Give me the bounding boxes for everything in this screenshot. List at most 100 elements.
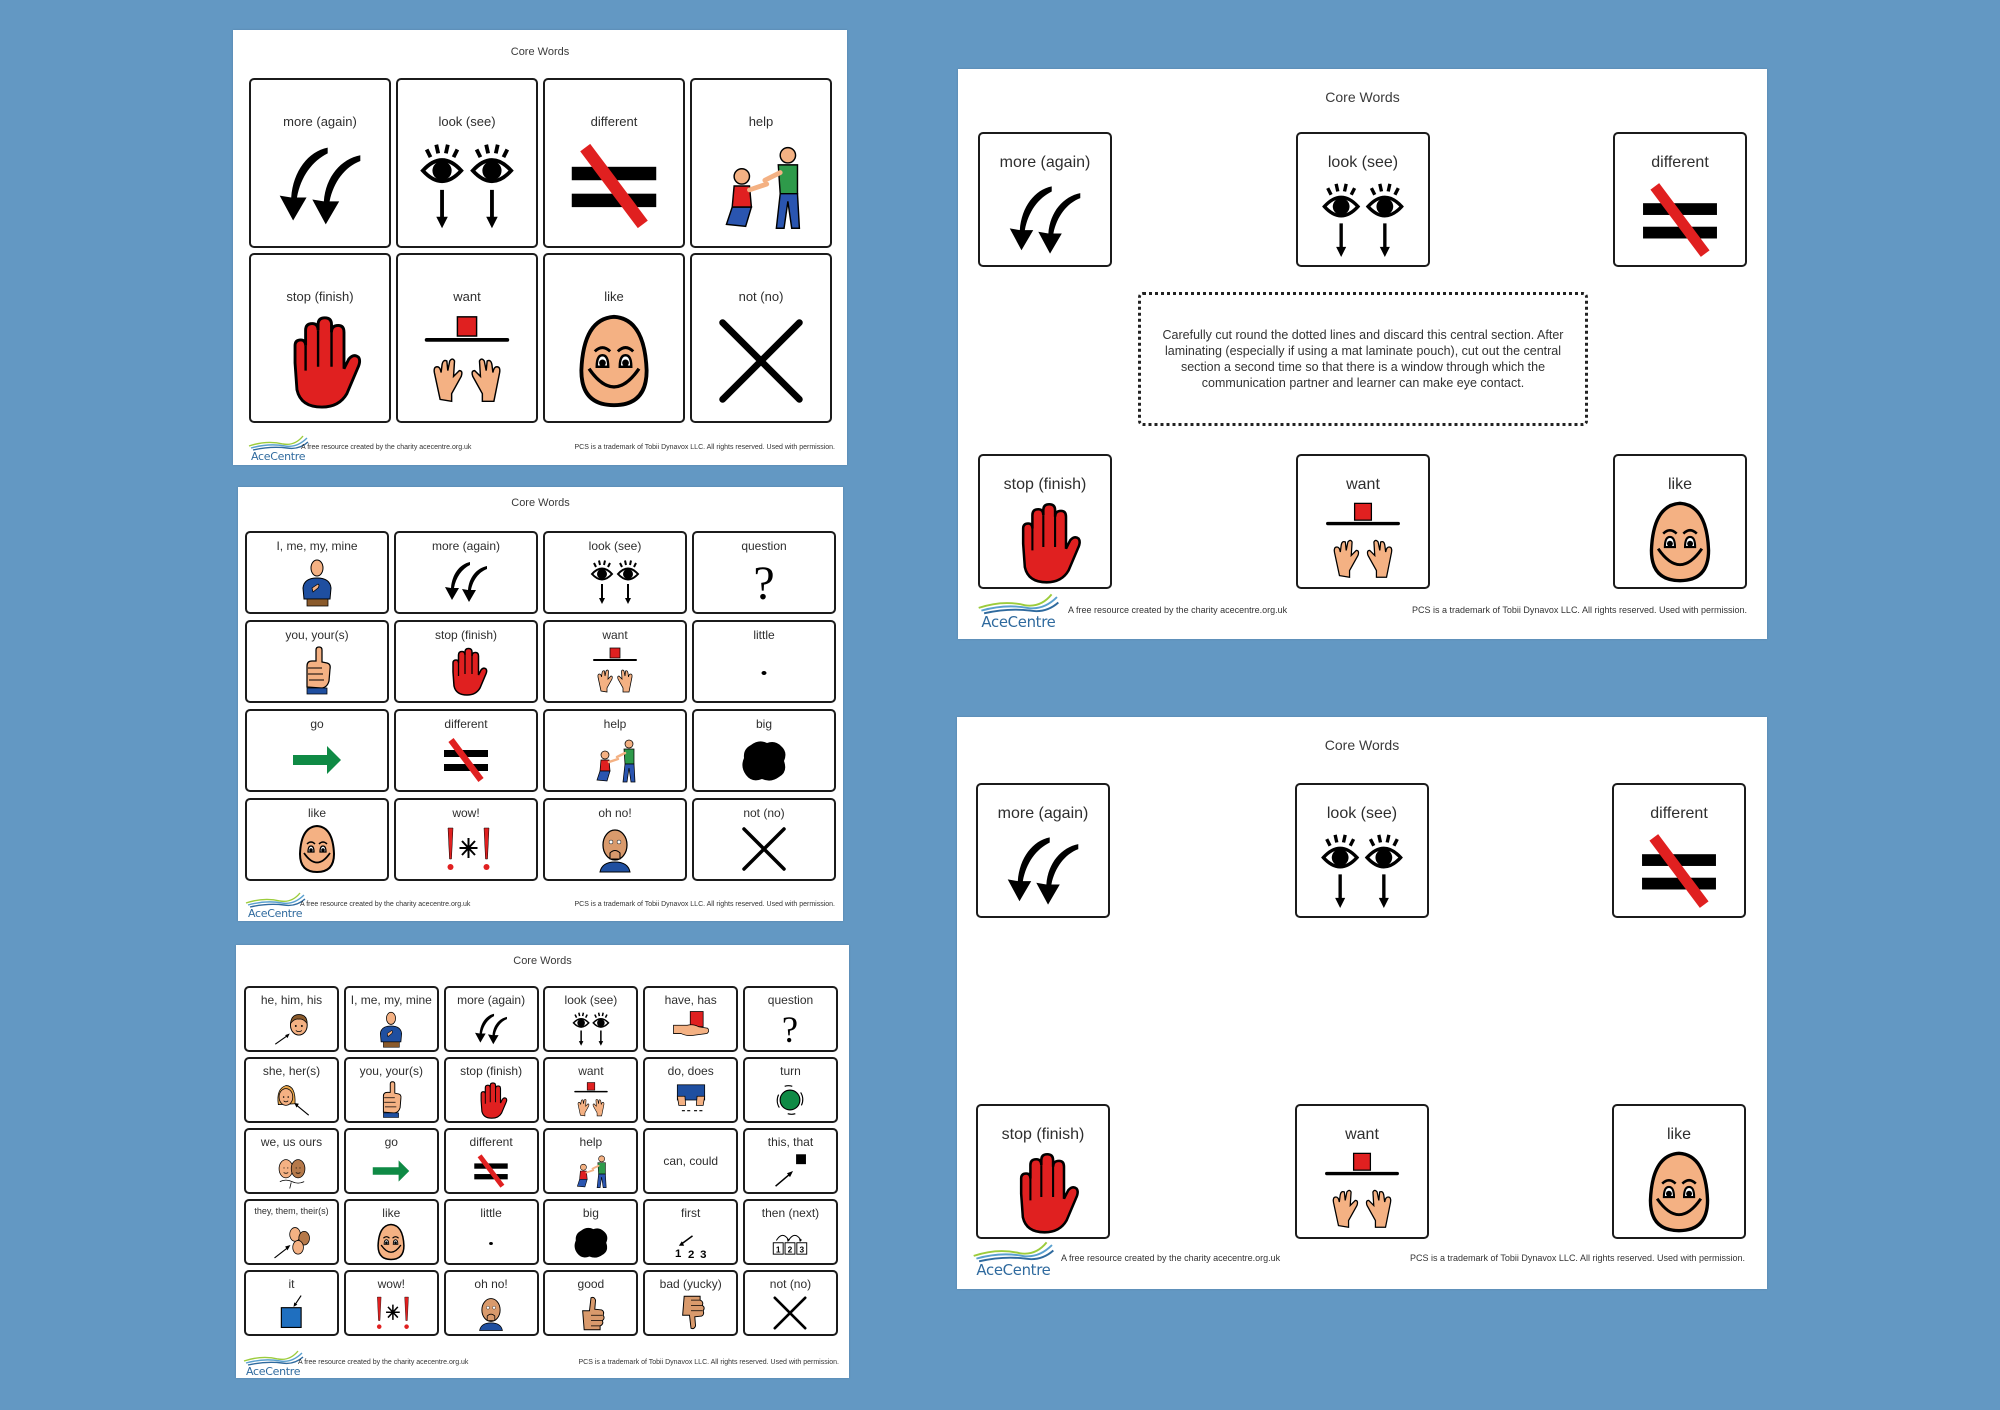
symbol-picture (545, 735, 685, 785)
symbol-cell-look-see[interactable]: look (see) (543, 986, 639, 1052)
symbol-cell-stop-finish[interactable]: stop (finish) (443, 1057, 539, 1123)
symbol-label: want (602, 628, 628, 642)
symbol-picture (645, 1294, 736, 1332)
symbol-cell-want[interactable]: want (543, 1057, 639, 1123)
symbol-picture (246, 1294, 337, 1332)
symbol-cell-different[interactable]: different (443, 1128, 539, 1194)
symbol-cell-more-again[interactable]: more (again) (978, 132, 1112, 267)
symbol-picture (692, 313, 830, 409)
more-arrows-icon (475, 1013, 508, 1045)
look-eyes-icon (420, 144, 514, 229)
symbol-label: not (no) (738, 289, 784, 304)
symbol-label: wow! (452, 806, 480, 820)
symbol-cell-not-no[interactable]: not (no) (742, 1270, 838, 1336)
symbol-cell-stop-finish[interactable]: stop (finish) (976, 1104, 1110, 1239)
go-arrow-icon (373, 1160, 410, 1182)
symbol-label: like (1667, 476, 1692, 493)
symbol-cell-you-your-s[interactable]: you, your(s) (245, 620, 389, 703)
symbol-cell-look-see[interactable]: look (see) (1295, 783, 1429, 918)
symbol-picture (446, 1223, 537, 1261)
symbol-cell-turn[interactable]: turn (742, 1057, 838, 1123)
symbol-cell-more-again[interactable]: more (again) (394, 531, 538, 614)
symbol-picture (745, 1152, 836, 1190)
symbol-cell-big[interactable]: big (543, 1199, 639, 1265)
symbol-cell-little[interactable]: little (443, 1199, 539, 1265)
acecentre-waves-icon (978, 593, 1059, 615)
symbol-cell-more-again[interactable]: more (again) (443, 986, 539, 1052)
symbol-cell-she-her-s[interactable]: she, her(s) (244, 1057, 339, 1123)
symbol-picture (545, 1081, 636, 1119)
me-person-icon (380, 1011, 403, 1048)
symbol-cell-like[interactable]: like (1612, 1104, 1746, 1239)
symbol-cell-then-next[interactable]: then (next) 1 2 3 (742, 1199, 838, 1265)
symbol-cell-you-your-s[interactable]: you, your(s) (343, 1057, 439, 1123)
symbol-cell-it[interactable]: it (244, 1270, 339, 1336)
different-icon (1643, 183, 1717, 257)
symbol-cell-they-them-their-s[interactable]: they, them, their(s) (244, 1199, 339, 1265)
symbol-cell-more-again[interactable]: more (again) (249, 78, 391, 248)
symbol-cell-want[interactable]: want (396, 253, 538, 423)
symbol-picture (978, 1150, 1108, 1234)
symbol-cell-do-does[interactable]: do, does (643, 1057, 739, 1123)
look-eyes-icon (1321, 834, 1403, 908)
symbol-label: I, me, my, mine (276, 539, 358, 553)
symbol-label: more (again) (283, 114, 357, 129)
symbol-cell-look-see[interactable]: look (see) (396, 78, 538, 248)
symbol-picture (246, 1081, 337, 1119)
symbol-cell-different[interactable]: different (1613, 132, 1747, 267)
symbol-cell-oh-no[interactable]: oh no! (443, 1270, 539, 1336)
footer-trademark-text: PCS is a trademark of Tobii Dynavox LLC.… (1410, 1253, 1745, 1264)
symbol-cell-different[interactable]: different (543, 78, 685, 248)
symbol-cell-he-him-his[interactable]: he, him, his (244, 986, 339, 1052)
stop-hand-icon (452, 647, 488, 696)
symbol-cell-help[interactable]: help (543, 1128, 639, 1194)
symbol-picture (545, 313, 683, 409)
little-dot-icon (761, 671, 767, 675)
symbol-picture: ? (694, 557, 834, 607)
symbol-cell-little[interactable]: little (692, 620, 836, 703)
symbol-cell-different[interactable]: different (1612, 783, 1746, 918)
symbol-cell-first[interactable]: first 1 2 3 (643, 1199, 739, 1265)
symbol-label: stop (finish) (1003, 476, 1087, 493)
symbol-label: big (582, 1206, 599, 1220)
symbol-cell-not-no[interactable]: not (no) (690, 253, 832, 423)
symbol-cell-can-could[interactable]: can, could (643, 1128, 739, 1194)
symbol-picture (694, 824, 834, 874)
symbol-cell-have-has[interactable]: have, has (643, 986, 739, 1052)
symbol-cell-oh-no[interactable]: oh no! (543, 798, 687, 881)
symbol-cell-help[interactable]: help (543, 709, 687, 792)
symbol-cell-this-that[interactable]: this, that (742, 1128, 838, 1194)
symbol-cell-like[interactable]: like (543, 253, 685, 423)
symbol-cell-wow[interactable]: wow! (394, 798, 538, 881)
symbol-cell-not-no[interactable]: not (no) (692, 798, 836, 881)
symbol-cell-want[interactable]: want (1296, 454, 1430, 589)
symbol-cell-want[interactable]: want (543, 620, 687, 703)
symbol-cell-stop-finish[interactable]: stop (finish) (978, 454, 1112, 589)
symbol-cell-stop-finish[interactable]: stop (finish) (249, 253, 391, 423)
symbol-label: different (590, 114, 638, 129)
symbol-cell-good[interactable]: good (543, 1270, 639, 1336)
symbol-cell-like[interactable]: like (245, 798, 389, 881)
symbol-cell-go[interactable]: go (245, 709, 389, 792)
symbol-cell-help[interactable]: help (690, 78, 832, 248)
symbol-cell-question[interactable]: question ? (692, 531, 836, 614)
symbol-cell-more-again[interactable]: more (again) (976, 783, 1110, 918)
symbol-cell-big[interactable]: big (692, 709, 836, 792)
symbol-cell-like[interactable]: like (1613, 454, 1747, 589)
symbol-cell-look-see[interactable]: look (see) (1296, 132, 1430, 267)
symbol-cell-i-me-my-mine[interactable]: I, me, my, mine (343, 986, 439, 1052)
symbol-cell-different[interactable]: different (394, 709, 538, 792)
symbol-cell-wow[interactable]: wow! (343, 1270, 439, 1336)
symbol-picture (346, 1223, 437, 1261)
symbol-cell-i-me-my-mine[interactable]: I, me, my, mine (245, 531, 389, 614)
symbol-cell-we-us-ours[interactable]: we, us ours (244, 1128, 339, 1194)
symbol-cell-question[interactable]: question ? (742, 986, 838, 1052)
symbol-cell-bad-yucky[interactable]: bad (yucky) (643, 1270, 739, 1336)
symbol-cell-look-see[interactable]: look (see) (543, 531, 687, 614)
symbol-picture (446, 1081, 537, 1119)
symbol-cell-want[interactable]: want (1295, 1104, 1429, 1239)
symbol-cell-like[interactable]: like (343, 1199, 439, 1265)
symbol-label: more (again) (999, 154, 1091, 171)
symbol-cell-stop-finish[interactable]: stop (finish) (394, 620, 538, 703)
symbol-cell-go[interactable]: go (343, 1128, 439, 1194)
